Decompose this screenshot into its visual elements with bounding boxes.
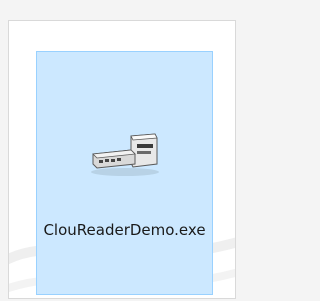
card-reader-device-icon [91, 133, 159, 176]
file-name-label: ClouReaderDemo.exe [43, 221, 206, 239]
file-item-selected[interactable]: ClouReaderDemo.exe [36, 51, 213, 295]
explorer-view-pane: ClouReaderDemo.exe [8, 20, 236, 299]
